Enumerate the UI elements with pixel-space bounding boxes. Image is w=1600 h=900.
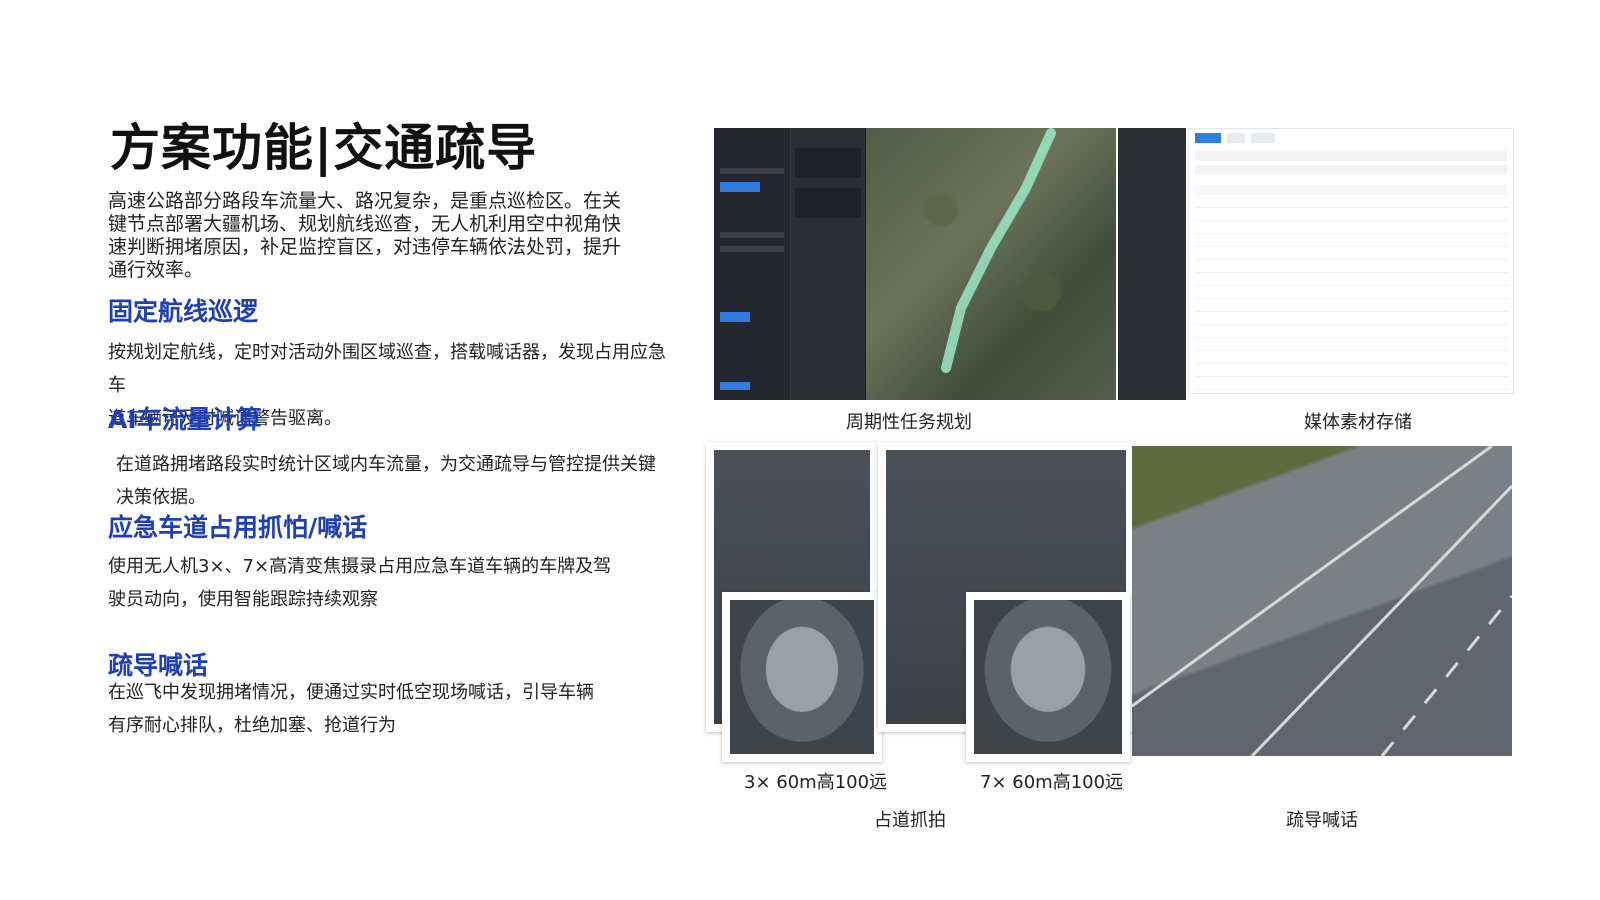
page-title: 方案功能|交通疏导	[110, 119, 538, 177]
section-text-emergency-lane: 使用无人机3×、7×高清变焦摄录占用应急车道车辆的车牌及驾 驶员动向，使用智能跟…	[108, 550, 668, 616]
intro-paragraph: 高速公路部分路段车流量大、路况复杂，是重点巡检区。在关 键节点部署大疆机场、规划…	[108, 190, 668, 282]
intro-line: 键节点部署大疆机场、规划航线巡查，无人机利用空中视角快	[108, 213, 622, 235]
caption-guidance-broadcast: 疏导喊话	[1286, 810, 1358, 831]
highway-lanes	[1132, 446, 1512, 756]
section-line: 驶员动向，使用智能跟踪持续观察	[108, 589, 378, 610]
caption-task-planning: 周期性任务规划	[846, 412, 972, 433]
section-line: 在道路拥堵路段实时统计区域内车流量，为交通疏导与管控提供关键	[116, 454, 656, 475]
intro-line: 高速公路部分路段车流量大、路况复杂，是重点巡检区。在关	[108, 190, 622, 212]
caption-zoom-3x: 3× 60m高100远	[744, 772, 888, 793]
flight-route	[941, 128, 1056, 373]
section-heading-ai-traffic: AI车流量计算	[108, 405, 262, 434]
intro-line: 通行效率。	[108, 259, 204, 281]
section-line: 有序耐心排队，杜绝加塞、抢道行为	[108, 715, 396, 736]
highway-broadcast-photo	[1132, 446, 1512, 756]
section-line: 使用无人机3×、7×高清变焦摄录占用应急车道车辆的车牌及驾	[108, 556, 612, 577]
section-heading-fixed-route: 固定航线巡逻	[108, 297, 259, 326]
planning-right-toolbar	[1118, 128, 1186, 400]
section-line: 按规划定航线，定时对活动外围区域巡查，搭载喊话器，发现占用应急车	[108, 342, 666, 396]
planning-sidebar	[714, 128, 791, 400]
section-text-ai-traffic: 在道路拥堵路段实时统计区域内车流量，为交通疏导与管控提供关键 决策依据。	[116, 448, 666, 514]
intro-line: 速判断拥堵原因，补足监控盲区，对违停车辆依法处罚，提升	[108, 236, 622, 258]
task-planning-screenshot	[714, 128, 1116, 400]
section-heading-emergency-lane: 应急车道占用抓怕/喊话	[108, 513, 368, 542]
media-storage-screenshot	[1188, 128, 1514, 394]
section-line: 在巡飞中发现拥堵情况，便通过实时低空现场喊话，引导车辆	[108, 682, 594, 703]
caption-lane-capture: 占道抓拍	[874, 810, 946, 831]
photo-3x-zoom	[722, 592, 882, 762]
planning-waypoint-panel	[791, 128, 865, 400]
caption-zoom-7x: 7× 60m高100远	[980, 772, 1124, 793]
file-table	[1195, 195, 1507, 393]
section-text-guidance: 在巡飞中发现拥堵情况，便通过实时低空现场喊话，引导车辆 有序耐心排队，杜绝加塞、…	[108, 676, 668, 742]
caption-media-storage: 媒体素材存储	[1304, 412, 1412, 433]
photo-7x-zoom	[966, 592, 1130, 762]
satellite-map	[866, 128, 1116, 400]
